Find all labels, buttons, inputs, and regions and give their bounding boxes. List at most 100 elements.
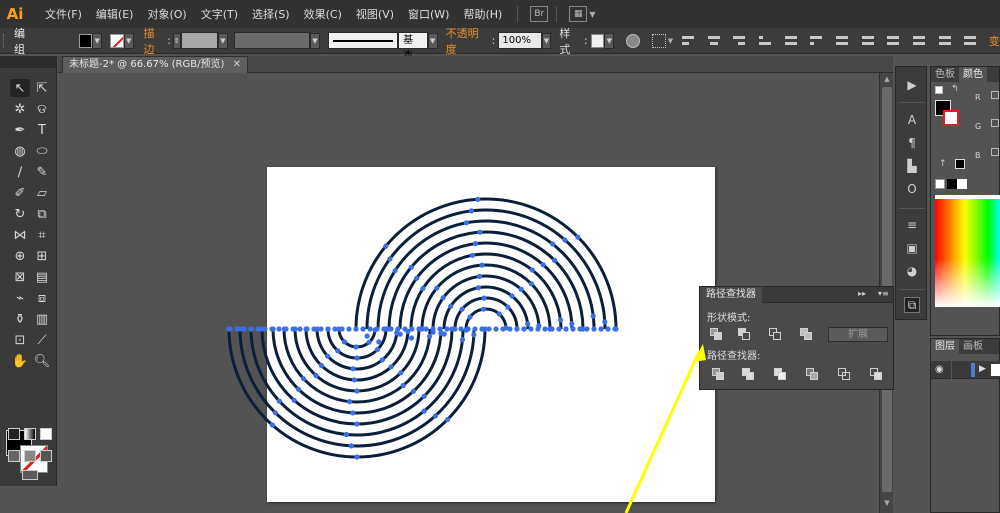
anchor-point[interactable] <box>549 326 555 332</box>
anchor-point[interactable] <box>300 376 307 382</box>
anchor-point[interactable] <box>421 393 427 399</box>
anchor-point[interactable] <box>563 326 569 332</box>
default-colors-icon[interactable] <box>935 86 943 94</box>
anchor-point[interactable] <box>343 431 349 438</box>
anchor-point[interactable] <box>535 326 541 332</box>
anchor-point[interactable] <box>463 220 469 226</box>
anchor-point[interactable] <box>612 326 618 332</box>
expand-button[interactable]: 扩展 <box>828 327 888 342</box>
layer-row[interactable]: ◉ ▶ <box>931 361 1000 379</box>
anchor-point[interactable] <box>376 339 382 345</box>
anchor-point[interactable] <box>500 326 506 332</box>
anchor-point[interactable] <box>387 256 393 262</box>
anchor-point[interactable] <box>408 264 414 270</box>
tab-artboards[interactable]: 画板 <box>959 339 987 354</box>
anchor-point[interactable] <box>471 332 477 338</box>
pathfinder-panel-icon[interactable]: ⧉ <box>904 297 920 313</box>
anchor-point[interactable] <box>423 326 429 332</box>
crop-icon[interactable] <box>806 368 820 380</box>
anchor-point[interactable] <box>241 326 247 332</box>
anchor-point[interactable] <box>468 208 474 214</box>
anchor-point[interactable] <box>395 326 401 332</box>
anchor-point[interactable] <box>465 326 471 332</box>
anchor-point[interactable] <box>347 399 353 405</box>
character-icon[interactable]: A <box>904 112 920 128</box>
anchor-point[interactable] <box>420 285 426 292</box>
anchor-point[interactable] <box>427 333 433 339</box>
anchor-point[interactable] <box>255 326 261 332</box>
tab-swatches[interactable]: 色板 <box>931 67 959 82</box>
anchor-point[interactable] <box>295 386 301 392</box>
anchor-point[interactable] <box>518 286 524 292</box>
tab-color[interactable]: 颜色 <box>959 67 987 82</box>
anchor-point[interactable] <box>480 306 487 312</box>
anchor-point[interactable] <box>388 326 394 332</box>
eye-icon[interactable]: ◉ <box>935 364 944 375</box>
anchor-point[interactable] <box>444 326 450 332</box>
none-color-chip[interactable] <box>935 179 945 189</box>
anchor-point[interactable] <box>577 326 583 332</box>
anchor-point[interactable] <box>325 326 331 332</box>
collapse-panel-icon[interactable]: ▸▸ <box>858 289 866 298</box>
anchor-point[interactable] <box>477 229 483 235</box>
channel-g-field[interactable] <box>991 119 999 127</box>
exclude-icon[interactable] <box>800 328 814 340</box>
anchor-point[interactable] <box>542 326 548 332</box>
anchor-point[interactable] <box>569 321 575 327</box>
color-spectrum[interactable] <box>935 199 1000 307</box>
anchor-point[interactable] <box>444 416 451 423</box>
anchor-point[interactable] <box>276 326 282 332</box>
divide-icon[interactable] <box>712 368 726 380</box>
anchor-point[interactable] <box>388 364 394 370</box>
paragraph-icon[interactable]: ¶ <box>904 135 920 151</box>
out-of-gamut-icon[interactable]: ↑ <box>939 159 947 169</box>
black-color-chip[interactable] <box>947 179 957 189</box>
expand-layer-icon[interactable]: ▶ <box>979 364 986 374</box>
anchor-point[interactable] <box>318 326 324 332</box>
anchor-point[interactable] <box>540 262 546 268</box>
anchor-point[interactable] <box>269 326 275 332</box>
anchor-point[interactable] <box>325 353 331 359</box>
anchor-point[interactable] <box>557 317 564 323</box>
anchor-point[interactable] <box>339 326 345 332</box>
anchor-point[interactable] <box>476 273 483 279</box>
anchor-point[interactable] <box>472 326 478 332</box>
ring-arc[interactable] <box>453 296 519 330</box>
anchor-point[interactable] <box>451 326 457 332</box>
anchor-point[interactable] <box>360 326 366 332</box>
minus-front-icon[interactable] <box>738 328 752 340</box>
anchor-point[interactable] <box>459 306 465 312</box>
anchor-point[interactable] <box>437 326 443 332</box>
anchor-point[interactable] <box>481 295 487 301</box>
anchor-point[interactable] <box>528 326 534 332</box>
anchor-point[interactable] <box>409 326 415 332</box>
opentype-icon[interactable]: O <box>904 181 920 197</box>
anchor-point[interactable] <box>383 243 389 249</box>
anchor-point[interactable] <box>291 397 297 403</box>
anchor-point[interactable] <box>350 366 356 372</box>
anchor-point[interactable] <box>591 326 597 332</box>
anchor-point[interactable] <box>529 267 535 273</box>
channel-r-field[interactable] <box>991 91 999 99</box>
anchor-point[interactable] <box>227 326 233 332</box>
artwork-canvas[interactable] <box>0 0 1000 513</box>
minus-back-icon[interactable] <box>870 368 884 380</box>
anchor-point[interactable] <box>276 398 282 404</box>
swap-colors-icon[interactable]: ↰ <box>951 84 959 94</box>
anchor-point[interactable] <box>552 257 558 263</box>
stroke-panel-icon[interactable]: ≡ <box>904 217 920 233</box>
anchor-point[interactable] <box>234 326 240 332</box>
anchor-point[interactable] <box>304 326 310 332</box>
anchor-point[interactable] <box>514 326 520 332</box>
anchor-point[interactable] <box>351 377 358 383</box>
anchor-point[interactable] <box>496 311 502 317</box>
anchor-point[interactable] <box>354 388 360 394</box>
anchor-point[interactable] <box>584 326 590 332</box>
anchor-point[interactable] <box>509 293 515 299</box>
cube-color-chip[interactable] <box>955 159 965 169</box>
anchor-point[interactable] <box>392 268 398 274</box>
anchor-point[interactable] <box>605 326 611 332</box>
anchor-point[interactable] <box>297 326 303 332</box>
anchor-point[interactable] <box>479 326 485 332</box>
anchor-point[interactable] <box>311 326 317 332</box>
